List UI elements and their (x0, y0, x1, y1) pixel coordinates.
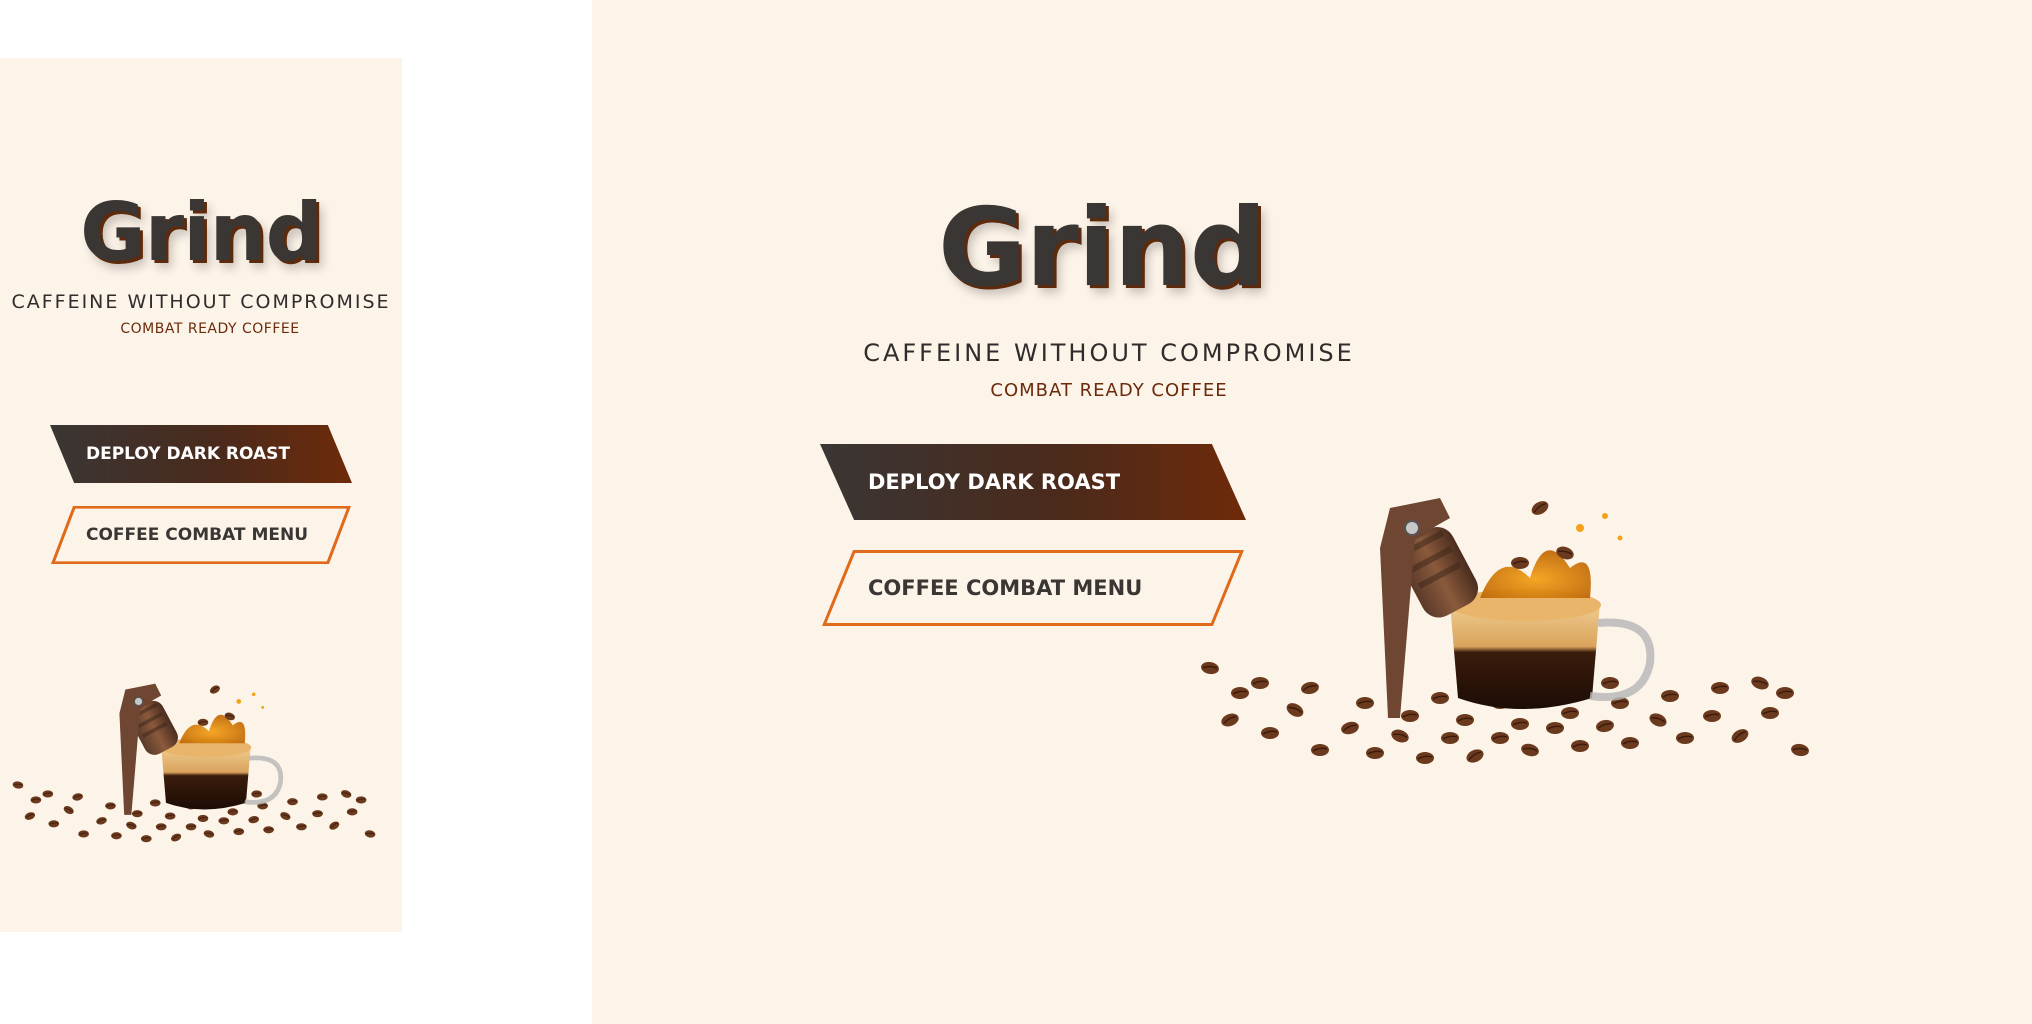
button-label: COFFEE COMBAT MENU (868, 576, 1143, 600)
grenade-coffee-cup-illustration (1200, 488, 1820, 858)
button-label: COFFEE COMBAT MENU (86, 525, 309, 545)
deploy-dark-roast-button[interactable]: DEPLOY DARK ROAST (50, 425, 352, 483)
button-label: DEPLOY DARK ROAST (86, 444, 291, 464)
desktop-preview: Grind CAFFEINE WITHOUT COMPROMISE COMBAT… (592, 0, 2032, 1024)
brand-tagline: CAFFEINE WITHOUT COMPROMISE (11, 291, 391, 313)
grenade-coffee-cup-illustration (12, 648, 382, 928)
brand-subtitle: COMBAT READY COFFEE (120, 321, 300, 337)
mobile-preview: Grind CAFFEINE WITHOUT COMPROMISE COMBAT… (0, 58, 402, 932)
brand-title: Grind (80, 186, 323, 279)
brand-title: Grind (937, 186, 1267, 311)
brand-subtitle: COMBAT READY COFFEE (990, 380, 1228, 401)
deploy-dark-roast-button[interactable]: DEPLOY DARK ROAST (820, 444, 1246, 520)
button-label: DEPLOY DARK ROAST (868, 470, 1121, 494)
brand-tagline: CAFFEINE WITHOUT COMPROMISE (863, 339, 1355, 367)
coffee-combat-menu-button[interactable]: COFFEE COMBAT MENU (50, 506, 352, 564)
coffee-combat-menu-button[interactable]: COFFEE COMBAT MENU (820, 550, 1246, 626)
